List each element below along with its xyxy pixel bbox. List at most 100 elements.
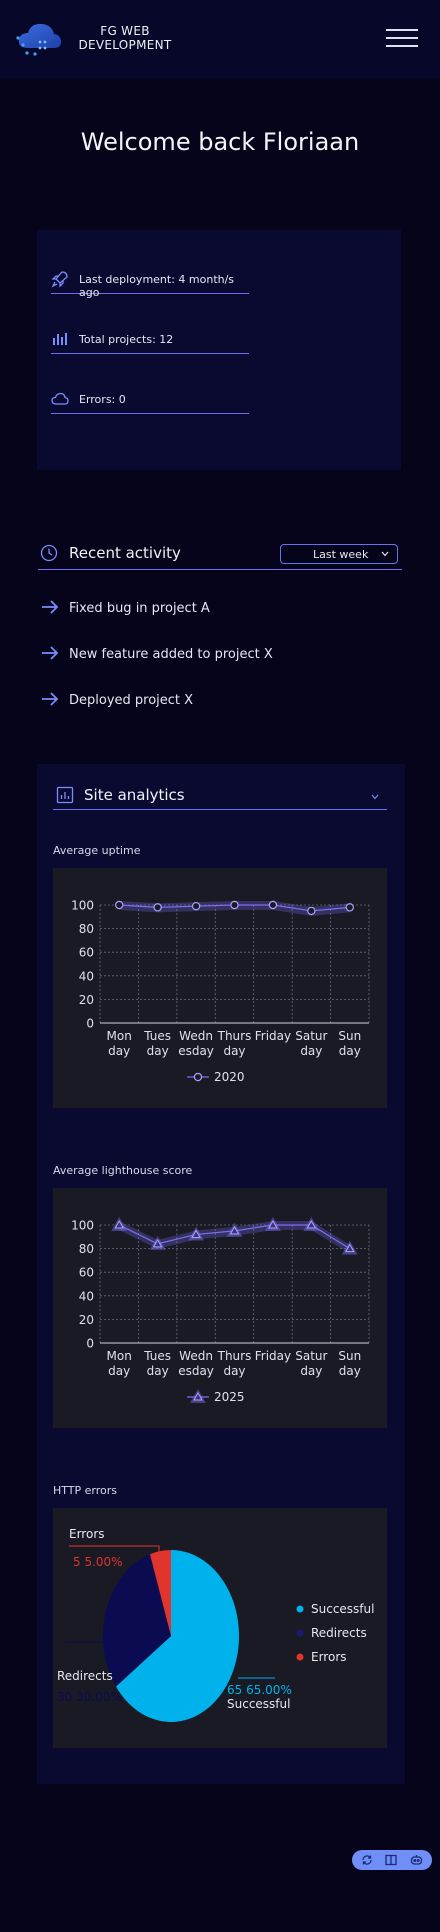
uptime-chart-panel: 0 20 40 60 80 100 Mon day Tues day Wedn esday Thurs d… [53,868,387,1108]
summary-label: Errors: 0 [79,393,126,406]
time-filter-select[interactable]: Last week [280,544,398,564]
data-point [345,903,354,912]
site-analytics-title: Site analytics [84,786,185,804]
http-errors-chart: 65 65.00%SuccessfulRedirects30 30.00%Err… [57,1527,374,1722]
legend-marker [296,1653,304,1661]
brand-line-2: DEVELOPMENT [78,38,172,52]
x-tick-label: Sun [338,1349,361,1363]
floating-toolbar [352,1850,432,1870]
chevron-down-icon [381,551,389,557]
data-point [268,900,278,910]
x-tick-label: day [108,1044,130,1058]
lighthouse-chart-panel: 0 20 40 60 80 100 Mon day Tues day Wedn esday Thurs d… [53,1188,387,1428]
welcome-heading: Welcome back Floriaan [80,128,360,156]
x-tick-label: Sun [338,1029,361,1043]
data-point [153,903,162,912]
activity-text: Deployed project X [69,693,194,708]
x-tick-label: day [339,1364,361,1378]
site-analytics-header[interactable]: Site analytics [53,784,387,810]
y-tick-label: 0 [86,1017,94,1031]
http-errors-label: HTTP errors [53,1484,118,1497]
x-tick-label: day [223,1044,245,1058]
summary-label: Last deployment: 4 month/s ago [79,273,235,299]
x-tick-label: day [147,1044,169,1058]
robot-icon[interactable] [410,1854,423,1866]
y-tick-label: 100 [71,1219,94,1233]
bar-chart-icon [53,333,67,345]
clock-icon [40,544,58,562]
uptime-label: Average uptime [53,844,141,857]
summary-item-last-deployment: Last deployment: 4 month/s ago [51,266,249,299]
x-tick-label: Friday [255,1349,291,1363]
slice-name-label: Redirects [57,1669,113,1683]
x-tick-label: day [300,1364,322,1378]
y-tick-label: 20 [79,993,94,1007]
brand-name[interactable]: FG WEB DEVELOPMENT [70,24,180,52]
site-analytics-card: Site analytics Average uptime 0 20 40 60 80 1… [37,764,405,1784]
recent-activity-title: Recent activity [69,544,181,562]
legend-label: Errors [311,1650,347,1664]
x-tick-label: Satur [295,1349,327,1363]
arrow-right-icon [42,600,59,614]
data-point [115,900,124,910]
summary-item-errors: Errors: 0 [51,386,249,414]
split-view-icon[interactable] [385,1854,397,1866]
lighthouse-label: Average lighthouse score [53,1164,193,1177]
site-header: FG WEB DEVELOPMENT [0,0,440,78]
x-tick-label: Mon [107,1029,132,1043]
legend-label: 2020 [214,1070,245,1084]
summary-card: Last deployment: 4 month/s ago Total pro… [37,230,401,470]
data-point [307,906,316,916]
x-tick-label: day [147,1364,169,1378]
x-tick-label: day [339,1044,361,1058]
x-tick-label: Wedn [179,1349,213,1363]
x-tick-label: Mon [107,1349,132,1363]
arrow-right-icon [42,692,59,706]
y-tick-label: 20 [79,1313,94,1327]
callout-line [69,1545,160,1554]
activity-item[interactable]: New feature added to project X [41,644,381,666]
arrow-right-icon [42,646,59,660]
x-tick-label: day [223,1364,245,1378]
uptime-chart: 020406080100MondayTuesdayWednesdayThursd… [71,899,370,1084]
x-tick-label: esday [178,1364,214,1378]
slice-name-label: Errors [69,1527,105,1541]
y-tick-label: 60 [79,946,94,960]
analytics-icon [56,786,74,804]
activity-item[interactable]: Fixed bug in project A [41,598,381,620]
time-filter-value: Last week [313,548,369,561]
refresh-icon[interactable] [361,1854,373,1866]
x-tick-label: Friday [255,1029,291,1043]
chevron-down-icon[interactable] [371,794,379,800]
activity-item[interactable]: Deployed project X [41,690,381,712]
y-tick-label: 40 [79,1289,94,1303]
rocket-icon [51,271,68,288]
y-tick-label: 40 [79,969,94,983]
slice-name-label: Successful [227,1697,290,1711]
legend-label: 2025 [214,1390,245,1404]
slice-value-label: 65 65.00% [227,1683,292,1697]
y-tick-label: 80 [79,922,94,936]
cloud-icon [51,392,69,405]
recent-activity-header: Recent activity Last week [38,540,402,570]
y-tick-label: 60 [79,1266,94,1280]
x-tick-label: Tues [143,1349,171,1363]
y-tick-label: 100 [71,899,94,913]
data-point [191,901,201,911]
hamburger-menu-icon[interactable] [386,26,420,50]
lighthouse-chart: 020406080100MondayTuesdayWednesdayThursd… [71,1217,370,1404]
cloud-logo-icon[interactable] [14,18,62,58]
x-tick-label: Tues [143,1029,171,1043]
x-tick-label: Thurs [217,1029,252,1043]
summary-label: Total projects: 12 [79,333,174,346]
data-point [230,900,239,910]
y-tick-label: 0 [86,1337,94,1351]
brand-line-1: FG WEB [100,24,150,38]
x-tick-label: day [108,1364,130,1378]
legend-marker [193,1072,203,1082]
legend-label: Successful [311,1602,374,1616]
activity-text: New feature added to project X [69,647,273,662]
legend-marker [296,1629,304,1637]
http-errors-chart-panel: 65 65.00% Successful Redirects 30 30.00% Err… [53,1508,387,1748]
legend-label: Redirects [311,1626,367,1640]
